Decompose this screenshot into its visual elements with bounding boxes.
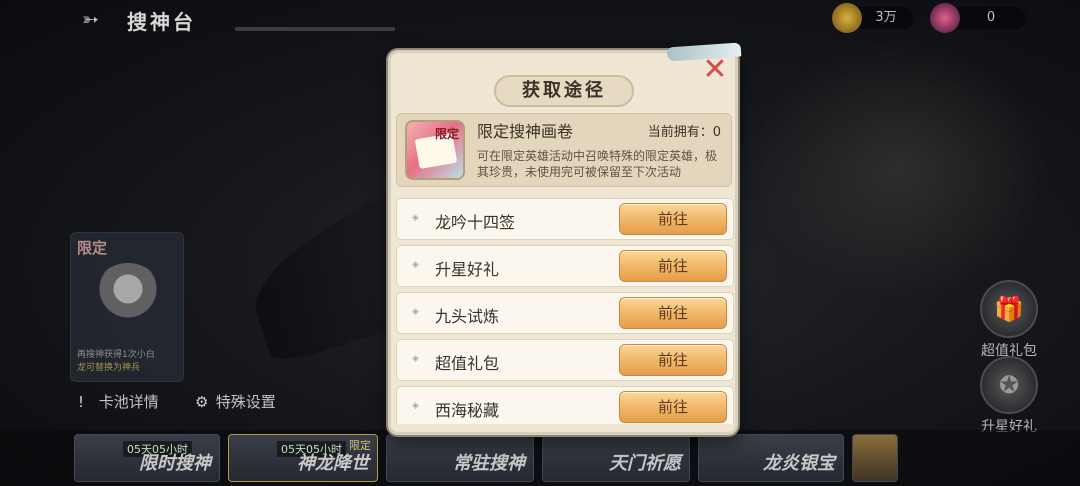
scroll-currency-icon [930, 3, 960, 33]
list-item: ◈ 九头试炼 前往 [396, 292, 734, 334]
special-settings-button[interactable]: ⚙ 特殊设置 [195, 391, 276, 412]
bullet-icon: ◈ [412, 260, 419, 270]
tab-more[interactable] [852, 434, 898, 482]
value-gift-button[interactable]: 🎁 超值礼包 [968, 280, 1050, 360]
source-label: 西海秘藏 [435, 401, 500, 420]
pool-details-button[interactable]: ! 卡池详情 [78, 391, 159, 412]
item-name: 限定搜神画卷 [477, 122, 574, 141]
star-gift-button[interactable]: ✪ 升星好礼 [968, 356, 1050, 436]
special-settings-label: 特殊设置 [215, 393, 276, 411]
item-icon-tag: 限定 [434, 127, 459, 141]
tab-limited-summon[interactable]: 05天05小时 限时搜神 [74, 434, 220, 482]
exclamation-icon: ! [78, 393, 85, 411]
pool-tab-bar: 05天05小时 限时搜神 限定 05天05小时 神龙降世 常驻搜神 天门祈愿 龙… [0, 430, 1080, 486]
go-button[interactable]: 前往 [619, 250, 727, 282]
dialog-title: 获取途径 [522, 80, 606, 101]
tab-standard-summon[interactable]: 常驻搜神 [386, 434, 534, 482]
go-button[interactable]: 前往 [619, 391, 727, 423]
gem-amount: 0 [986, 10, 996, 25]
list-item: ◈ 超值礼包 前往 [396, 339, 734, 381]
go-button[interactable]: 前往 [619, 297, 727, 329]
source-label: 升星好礼 [435, 260, 500, 279]
list-item: ◈ 龙吟十四签 前往 [396, 198, 734, 240]
hero-hint-line1: 再搜神获得1次小白 [77, 350, 155, 360]
top-bar: ➳ 搜神台 3万 0 [0, 0, 1080, 38]
summon-scroll-icon: 限定 [405, 120, 465, 180]
source-label: 九头试炼 [435, 307, 500, 326]
bullet-icon: ◈ [412, 354, 419, 364]
tab-label: 限时搜神 [139, 453, 211, 474]
source-label: 超值礼包 [435, 354, 500, 373]
tab-dragon-flame[interactable]: 龙炎银宝 [698, 434, 844, 482]
owned-count: 当前拥有：0 [647, 125, 721, 140]
tab-dragon-descends[interactable]: 限定 05天05小时 神龙降世 [228, 434, 378, 482]
tab-label: 神龙降世 [297, 453, 369, 474]
hero-preview-card[interactable]: 限定 再搜神获得1次小白 龙可替换为神兵 [70, 232, 184, 382]
back-arrow-icon[interactable]: ➳ [82, 9, 114, 29]
page-title: 搜神台 [127, 10, 196, 34]
tab-label: 常驻搜神 [453, 453, 525, 474]
title-underline [235, 27, 395, 31]
hero-hint-line2: 龙可替换为神兵 [77, 363, 141, 373]
go-button[interactable]: 前往 [619, 203, 727, 235]
tab-heaven-gate[interactable]: 天门祈愿 [542, 434, 690, 482]
bullet-icon: ◈ [412, 401, 419, 411]
item-description: 可在限定英雄活动中召唤特殊的限定英雄，极其珍贵，未使用完可被保留至下次活动 [477, 149, 718, 179]
dialog-title-plate: 获取途径 [494, 75, 634, 107]
item-info-panel: 限定 限定搜神画卷 当前拥有：0 可在限定英雄活动中召唤特殊的限定英雄，极其珍贵… [396, 113, 732, 187]
limited-tag: 限定 [77, 239, 108, 257]
bullet-icon: ◈ [412, 213, 419, 223]
source-list[interactable]: ◈ 龙吟十四签 前往 ◈ 升星好礼 前往 ◈ 九头试炼 前往 ◈ 超值礼包 前往… [396, 198, 734, 424]
acquire-path-dialog: ✕ 获取途径 限定 限定搜神画卷 当前拥有：0 可在限定英雄活动中召唤特殊的限定… [388, 42, 742, 435]
bullet-icon: ◈ [412, 307, 419, 317]
close-icon[interactable]: ✕ [701, 55, 729, 85]
pool-details-label: 卡池详情 [98, 393, 159, 411]
list-item: ◈ 升星好礼 前往 [396, 245, 734, 287]
tab-label: 天门祈愿 [609, 453, 681, 474]
gear-icon: ⚙ [195, 393, 209, 411]
source-label: 龙吟十四签 [435, 213, 516, 232]
gold-ingot-icon [832, 3, 862, 33]
hero-hint: 再搜神获得1次小白 龙可替换为神兵 [77, 349, 181, 375]
hero-portrait [91, 263, 165, 337]
gem-counter[interactable]: 0 [930, 3, 1026, 33]
gift-icon: 🎁 [980, 280, 1038, 338]
list-item: ◈ 西海秘藏 前往 [396, 386, 734, 424]
star-reward-icon: ✪ [980, 356, 1038, 414]
tab-label: 龙炎银宝 [763, 453, 835, 474]
gold-counter[interactable]: 3万 [832, 3, 914, 33]
gold-amount: 3万 [875, 10, 897, 25]
go-button[interactable]: 前往 [619, 344, 727, 376]
